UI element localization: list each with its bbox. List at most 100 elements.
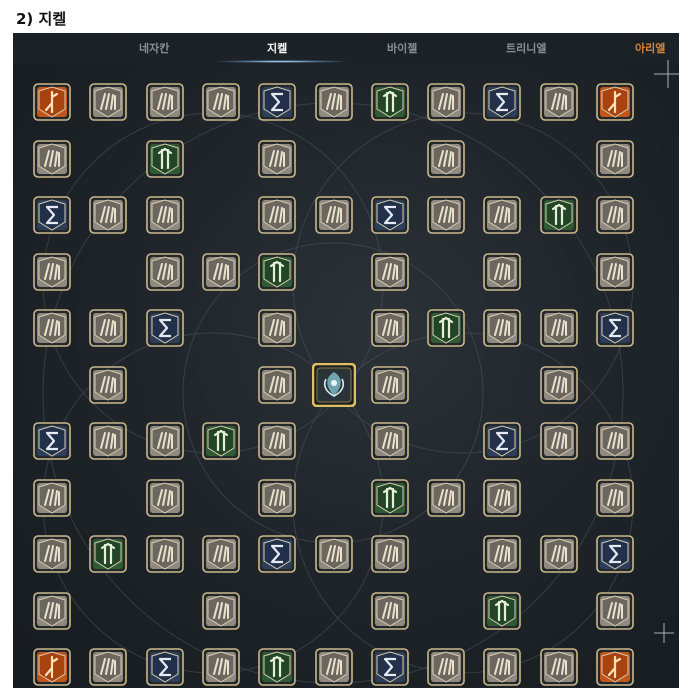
skill-node[interactable] bbox=[89, 309, 127, 347]
skill-node[interactable] bbox=[33, 253, 71, 291]
skill-node[interactable] bbox=[146, 196, 184, 234]
skill-node[interactable] bbox=[371, 422, 409, 460]
skill-node[interactable] bbox=[427, 479, 465, 517]
skill-node[interactable] bbox=[33, 140, 71, 178]
skill-node[interactable] bbox=[258, 479, 296, 517]
skill-node[interactable] bbox=[146, 140, 184, 178]
feather-rune-icon bbox=[258, 196, 296, 234]
skill-node[interactable] bbox=[258, 253, 296, 291]
skill-node[interactable] bbox=[540, 648, 578, 686]
skill-node[interactable] bbox=[371, 196, 409, 234]
skill-node[interactable] bbox=[33, 83, 71, 121]
skill-node[interactable] bbox=[202, 648, 240, 686]
skill-node[interactable] bbox=[371, 535, 409, 573]
skill-node[interactable] bbox=[202, 422, 240, 460]
skill-node[interactable] bbox=[371, 592, 409, 630]
skill-node[interactable] bbox=[146, 83, 184, 121]
skill-node[interactable] bbox=[146, 253, 184, 291]
sigma-rune-icon bbox=[146, 309, 184, 347]
feather-rune-icon bbox=[371, 309, 409, 347]
skill-node[interactable] bbox=[33, 422, 71, 460]
skill-node[interactable] bbox=[146, 309, 184, 347]
skill-node[interactable] bbox=[258, 140, 296, 178]
skill-node[interactable] bbox=[483, 196, 521, 234]
skill-node[interactable] bbox=[596, 648, 634, 686]
feather-rune-icon bbox=[596, 196, 634, 234]
skill-node[interactable] bbox=[315, 535, 353, 573]
feather-rune-icon bbox=[596, 253, 634, 291]
skill-node[interactable] bbox=[427, 648, 465, 686]
skill-node[interactable] bbox=[540, 83, 578, 121]
skill-node[interactable] bbox=[371, 253, 409, 291]
skill-node[interactable] bbox=[427, 309, 465, 347]
skill-node[interactable] bbox=[427, 196, 465, 234]
skill-node[interactable] bbox=[427, 83, 465, 121]
skill-node[interactable] bbox=[89, 366, 127, 404]
skill-node[interactable] bbox=[315, 196, 353, 234]
skill-node[interactable] bbox=[483, 309, 521, 347]
skill-node[interactable] bbox=[202, 592, 240, 630]
skill-node[interactable] bbox=[540, 422, 578, 460]
skill-node[interactable] bbox=[315, 83, 353, 121]
skill-node[interactable] bbox=[258, 422, 296, 460]
skill-node[interactable] bbox=[258, 309, 296, 347]
skill-node[interactable] bbox=[371, 479, 409, 517]
skill-node[interactable] bbox=[315, 648, 353, 686]
skill-node[interactable] bbox=[89, 535, 127, 573]
skill-node[interactable] bbox=[596, 196, 634, 234]
skill-node[interactable] bbox=[202, 253, 240, 291]
skill-node[interactable] bbox=[596, 140, 634, 178]
skill-node[interactable] bbox=[89, 83, 127, 121]
skill-node[interactable] bbox=[202, 535, 240, 573]
skill-node[interactable] bbox=[483, 535, 521, 573]
skill-node[interactable] bbox=[371, 648, 409, 686]
skill-node[interactable] bbox=[596, 422, 634, 460]
skill-node[interactable] bbox=[596, 83, 634, 121]
skill-node[interactable] bbox=[540, 366, 578, 404]
skill-node[interactable] bbox=[33, 309, 71, 347]
skill-node[interactable] bbox=[596, 479, 634, 517]
skill-node[interactable] bbox=[258, 535, 296, 573]
skill-node[interactable] bbox=[483, 648, 521, 686]
skill-node[interactable] bbox=[540, 535, 578, 573]
skill-node[interactable] bbox=[33, 592, 71, 630]
skill-node[interactable] bbox=[483, 83, 521, 121]
feather-rune-icon bbox=[483, 196, 521, 234]
skill-node[interactable] bbox=[202, 83, 240, 121]
power-rune-icon bbox=[427, 309, 465, 347]
skill-node[interactable] bbox=[596, 253, 634, 291]
skill-node[interactable] bbox=[596, 592, 634, 630]
feather-rune-icon bbox=[33, 479, 71, 517]
feather-rune-icon bbox=[427, 648, 465, 686]
skill-node[interactable] bbox=[146, 479, 184, 517]
skill-node[interactable] bbox=[89, 422, 127, 460]
skill-node[interactable] bbox=[258, 196, 296, 234]
zikel-crest-icon[interactable] bbox=[311, 362, 357, 408]
skill-node[interactable] bbox=[89, 196, 127, 234]
skill-node[interactable] bbox=[483, 253, 521, 291]
skill-node[interactable] bbox=[371, 309, 409, 347]
skill-node[interactable] bbox=[146, 422, 184, 460]
skill-node[interactable] bbox=[540, 196, 578, 234]
skill-node[interactable] bbox=[258, 366, 296, 404]
skill-node[interactable] bbox=[371, 366, 409, 404]
feather-rune-icon bbox=[371, 253, 409, 291]
fire-rune-icon bbox=[33, 648, 71, 686]
skill-node[interactable] bbox=[33, 535, 71, 573]
skill-node[interactable] bbox=[427, 140, 465, 178]
skill-node[interactable] bbox=[596, 535, 634, 573]
skill-node[interactable] bbox=[33, 196, 71, 234]
skill-node[interactable] bbox=[540, 309, 578, 347]
skill-node[interactable] bbox=[33, 479, 71, 517]
skill-node[interactable] bbox=[89, 648, 127, 686]
skill-node[interactable] bbox=[146, 648, 184, 686]
skill-node[interactable] bbox=[33, 648, 71, 686]
skill-node[interactable] bbox=[483, 479, 521, 517]
skill-node[interactable] bbox=[483, 592, 521, 630]
skill-node[interactable] bbox=[258, 83, 296, 121]
skill-node[interactable] bbox=[146, 535, 184, 573]
skill-node[interactable] bbox=[596, 309, 634, 347]
skill-node[interactable] bbox=[258, 648, 296, 686]
skill-node[interactable] bbox=[483, 422, 521, 460]
skill-node[interactable] bbox=[371, 83, 409, 121]
